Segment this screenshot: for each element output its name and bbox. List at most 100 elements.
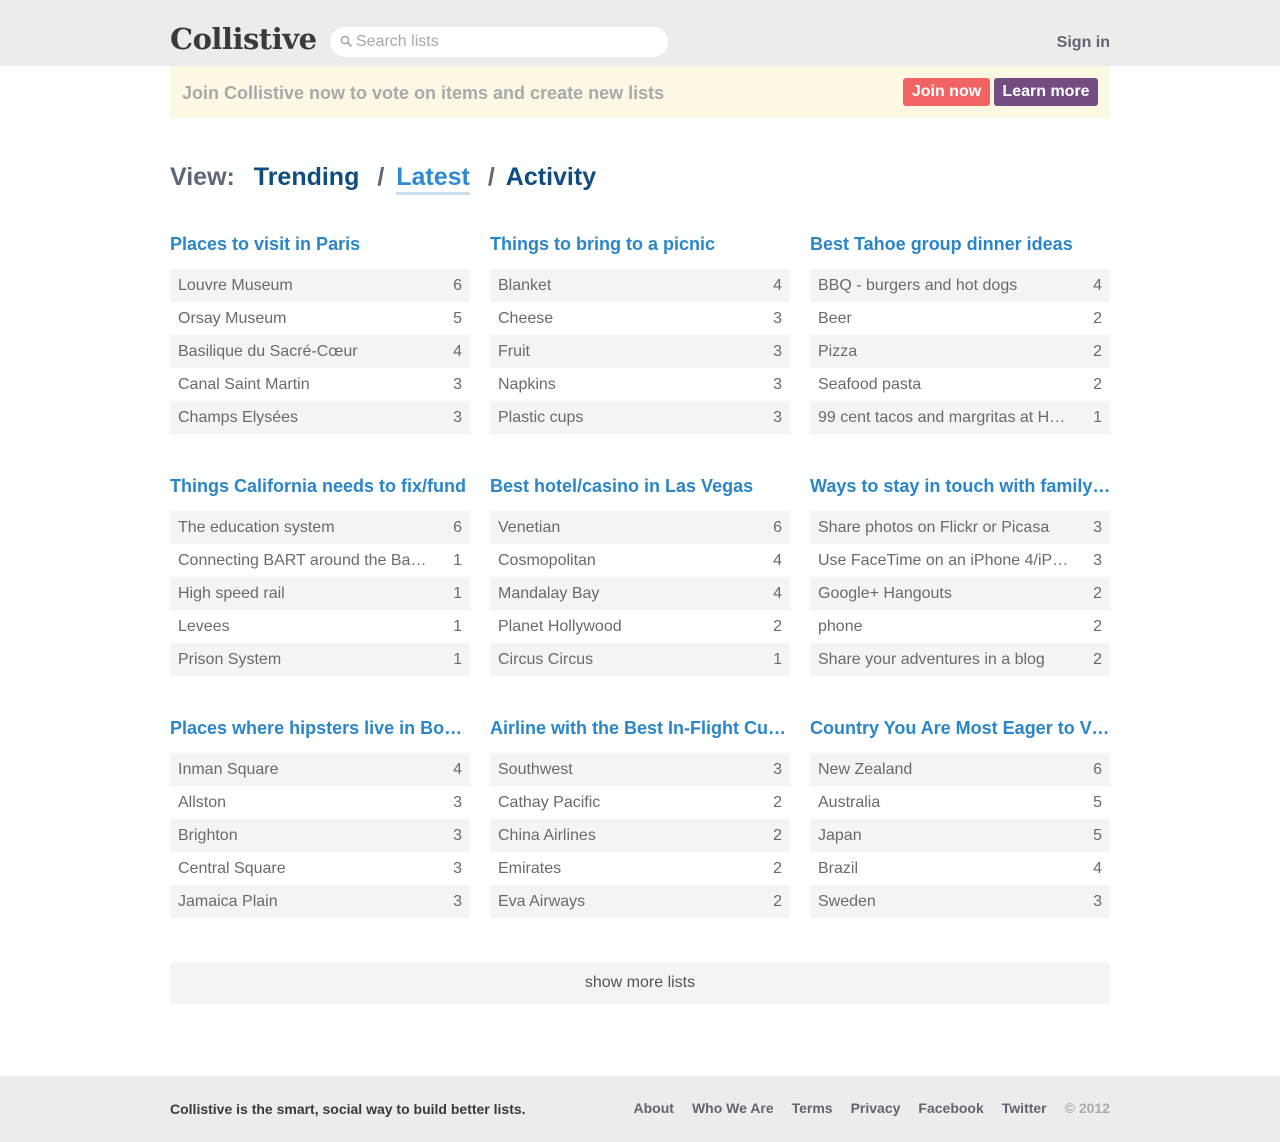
list-item[interactable]: phone 2 <box>810 610 1110 643</box>
list-item[interactable]: Pizza 2 <box>810 335 1110 368</box>
vote-count: 1 <box>453 617 462 635</box>
footer-link-facebook[interactable]: Facebook <box>918 1100 983 1116</box>
list-item[interactable]: Planet Hollywood 2 <box>490 610 790 643</box>
list-item[interactable]: China Airlines 2 <box>490 819 790 852</box>
list-item[interactable]: Jamaica Plain 3 <box>170 885 470 918</box>
list-card: Things California needs to fix/fund The e… <box>170 476 470 676</box>
list-item-name: New Zealand <box>818 760 913 778</box>
list-item[interactable]: Cathay Pacific 2 <box>490 786 790 819</box>
vote-count: 2 <box>773 892 782 910</box>
list-item[interactable]: Australia 5 <box>810 786 1110 819</box>
list-item[interactable]: Allston 3 <box>170 786 470 819</box>
list-item[interactable]: Levees 1 <box>170 610 470 643</box>
footer-link-privacy[interactable]: Privacy <box>851 1100 901 1116</box>
footer-link-about[interactable]: About <box>634 1100 674 1116</box>
tab-activity[interactable]: Activity <box>506 163 596 191</box>
list-item[interactable]: Brighton 3 <box>170 819 470 852</box>
list-item[interactable]: High speed rail 1 <box>170 577 470 610</box>
list-item[interactable]: Circus Circus 1 <box>490 643 790 676</box>
list-item-name: Venetian <box>498 518 561 536</box>
list-item[interactable]: Basilique du Sacré-Cœur 4 <box>170 335 470 368</box>
list-item[interactable]: Sweden 3 <box>810 885 1110 918</box>
vote-count: 2 <box>1093 617 1102 635</box>
search-input[interactable] <box>356 31 656 53</box>
list-item[interactable]: Inman Square 4 <box>170 753 470 786</box>
list-item[interactable]: Google+ Hangouts 2 <box>810 577 1110 610</box>
list-item-name: Southwest <box>498 760 573 778</box>
list-title[interactable]: Places to visit in Paris <box>170 234 472 258</box>
list-item[interactable]: BBQ - burgers and hot dogs 4 <box>810 269 1110 302</box>
list-title[interactable]: Ways to stay in touch with family far aw… <box>810 476 1112 500</box>
list-item[interactable]: Plastic cups 3 <box>490 401 790 434</box>
vote-count: 6 <box>773 518 782 536</box>
list-item[interactable]: Louvre Museum 6 <box>170 269 470 302</box>
list-item[interactable]: Share photos on Flickr or Picasa 3 <box>810 511 1110 544</box>
top-bar: Collistive Sign in <box>0 0 1280 66</box>
list-title[interactable]: Things California needs to fix/fund <box>170 476 472 500</box>
tab-trending[interactable]: Trending <box>254 163 360 191</box>
join-now-button[interactable]: Join now <box>903 78 990 106</box>
footer-link-terms[interactable]: Terms <box>792 1100 833 1116</box>
list-item-name: Emirates <box>498 859 562 877</box>
list-item[interactable]: Japan 5 <box>810 819 1110 852</box>
list-title[interactable]: Best Tahoe group dinner ideas <box>810 234 1112 258</box>
footer: Collistive is the smart, social way to b… <box>0 1076 1280 1142</box>
list-item[interactable]: Venetian 6 <box>490 511 790 544</box>
list-item-name: Eva Airways <box>498 892 586 910</box>
list-item[interactable]: Seafood pasta 2 <box>810 368 1110 401</box>
list-item[interactable]: New Zealand 6 <box>810 753 1110 786</box>
list-item[interactable]: Napkins 3 <box>490 368 790 401</box>
list-item[interactable]: Emirates 2 <box>490 852 790 885</box>
list-title[interactable]: Airline with the Best In-Flight Customer… <box>490 718 792 742</box>
sign-in-link[interactable]: Sign in <box>1057 34 1110 52</box>
list-item[interactable]: Mandalay Bay 4 <box>490 577 790 610</box>
vote-count: 4 <box>453 760 462 778</box>
vote-count: 1 <box>773 650 782 668</box>
list-item-name: Plastic cups <box>498 408 584 426</box>
list-item[interactable]: Eva Airways 2 <box>490 885 790 918</box>
list-item-name: Orsay Museum <box>178 309 287 327</box>
list-item[interactable]: 99 cent tacos and margritas at Hacienda 1 <box>810 401 1110 434</box>
footer-link-who-we-are[interactable]: Who We Are <box>692 1100 774 1116</box>
show-more-lists-button[interactable]: show more lists <box>170 962 1110 1004</box>
list-item[interactable]: Fruit 3 <box>490 335 790 368</box>
tab-latest[interactable]: Latest <box>396 163 470 195</box>
vote-count: 3 <box>453 859 462 877</box>
vote-count: 2 <box>773 826 782 844</box>
list-item-name: Cathay Pacific <box>498 793 601 811</box>
list-items: New Zealand 6 Australia 5 Japan 5 Brazil 4 Swede… <box>810 753 1110 918</box>
list-item[interactable]: Beer 2 <box>810 302 1110 335</box>
footer-link-twitter[interactable]: Twitter <box>1002 1100 1047 1116</box>
list-item[interactable]: Brazil 4 <box>810 852 1110 885</box>
list-item[interactable]: Use FaceTime on an iPhone 4/iPad 2 3 <box>810 544 1110 577</box>
list-item-name: Cosmopolitan <box>498 551 596 569</box>
list-item[interactable]: Cosmopolitan 4 <box>490 544 790 577</box>
copyright: © 2012 <box>1064 1100 1110 1116</box>
list-item-name: Basilique du Sacré-Cœur <box>178 342 358 360</box>
list-item-name: Champs Elysées <box>178 408 299 426</box>
list-item[interactable]: The education system 6 <box>170 511 470 544</box>
list-title[interactable]: Best hotel/casino in Las Vegas <box>490 476 792 500</box>
list-item[interactable]: Central Square 3 <box>170 852 470 885</box>
vote-count: 2 <box>1093 342 1102 360</box>
learn-more-button[interactable]: Learn more <box>994 78 1098 106</box>
list-card: Best Tahoe group dinner ideas BBQ - burge… <box>810 234 1110 434</box>
list-item[interactable]: Southwest 3 <box>490 753 790 786</box>
list-title[interactable]: Country You Are Most Eager to Visit <box>810 718 1112 742</box>
vote-count: 4 <box>773 551 782 569</box>
list-item[interactable]: Canal Saint Martin 3 <box>170 368 470 401</box>
list-item[interactable]: Orsay Museum 5 <box>170 302 470 335</box>
list-item-name: Share photos on Flickr or Picasa <box>818 518 1050 536</box>
list-item[interactable]: Prison System 1 <box>170 643 470 676</box>
list-title[interactable]: Things to bring to a picnic <box>490 234 792 258</box>
vote-count: 3 <box>1093 892 1102 910</box>
search-box[interactable] <box>330 27 668 57</box>
list-item[interactable]: Champs Elysées 3 <box>170 401 470 434</box>
list-item[interactable]: Connecting BART around the Bay Area 1 <box>170 544 470 577</box>
list-item[interactable]: Blanket 4 <box>490 269 790 302</box>
list-item[interactable]: Cheese 3 <box>490 302 790 335</box>
list-card: Ways to stay in touch with family far aw… <box>810 476 1112 676</box>
logo[interactable]: Collistive <box>170 22 317 56</box>
list-item[interactable]: Share your adventures in a blog 2 <box>810 643 1110 676</box>
list-title[interactable]: Places where hipsters live in Boston <box>170 718 472 742</box>
